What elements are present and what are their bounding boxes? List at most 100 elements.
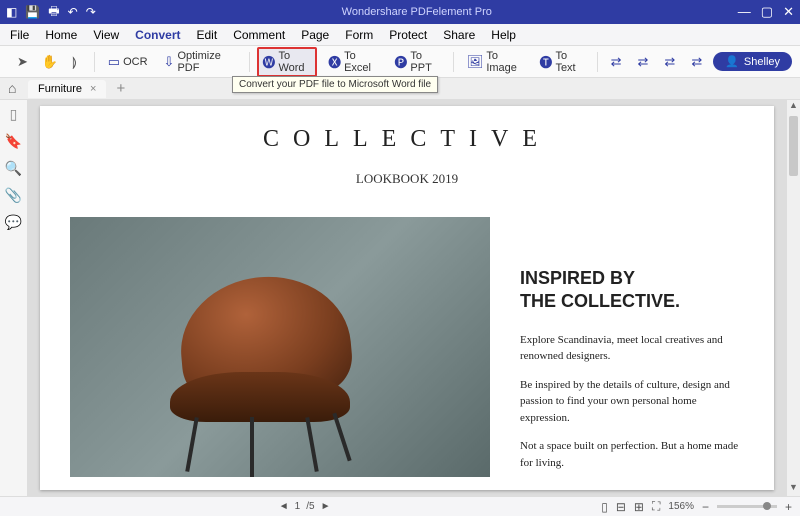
ribbon-divider <box>597 52 598 72</box>
zoom-slider[interactable] <box>717 505 777 508</box>
to-ppt-button[interactable]: 🅟To PPT <box>389 47 445 77</box>
search-icon[interactable]: 🔍 <box>5 160 22 177</box>
menu-convert[interactable]: Convert <box>135 28 180 42</box>
menu-help[interactable]: Help <box>491 28 516 42</box>
word-icon: 🅦 <box>262 52 275 71</box>
attachments-icon[interactable]: 📎 <box>5 187 22 204</box>
ocr-button[interactable]: ▭OCR <box>103 51 153 73</box>
page-input[interactable]: 1 <box>295 501 301 512</box>
doc-title: COLLECTIVE <box>70 126 744 153</box>
to-excel-button[interactable]: 🅧To Excel <box>323 47 383 77</box>
comments-icon[interactable]: 💬 <box>5 214 22 231</box>
status-bar: ◄ 1 /5 ► ▯ ⊟ ⊞ ⛶ 156% − + <box>0 496 800 516</box>
scroll-down-icon[interactable]: ▼ <box>787 482 800 496</box>
cursor-icon: ➤ <box>17 54 28 70</box>
view-single-icon[interactable]: ▯ <box>601 500 608 514</box>
to-image-label: To Image <box>486 50 523 74</box>
to-ppt-label: To PPT <box>410 50 440 74</box>
doc-paragraph: Not a space built on perfection. But a h… <box>520 438 744 471</box>
optimize-label: Optimize PDF <box>177 50 235 74</box>
save-icon[interactable]: 💾 <box>25 5 40 19</box>
doc-subtitle: LOOKBOOK 2019 <box>70 171 744 187</box>
quick-access-toolbar: ◧ 💾 🖶 ↶ ↷ <box>6 2 96 23</box>
menu-share[interactable]: Share <box>443 28 475 42</box>
view-facing-icon[interactable]: ⊞ <box>634 500 644 514</box>
user-icon: 👤 <box>725 55 739 68</box>
app-logo-icon[interactable]: ◧ <box>6 5 17 19</box>
next-page-icon[interactable]: ► <box>321 501 331 512</box>
menu-comment[interactable]: Comment <box>233 28 285 42</box>
redo-icon[interactable]: ↷ <box>86 5 96 19</box>
menu-view[interactable]: View <box>93 28 119 42</box>
add-tab-button[interactable]: + <box>110 80 131 97</box>
menu-form[interactable]: Form <box>345 28 373 42</box>
app-title: Wondershare PDFelement Pro <box>96 6 738 18</box>
ribbon-tools-group: ➤ ✋ ⟭ <box>8 51 86 73</box>
zoom-out-icon[interactable]: − <box>702 500 709 514</box>
convert-icon: ⇄ <box>638 54 649 70</box>
curly-icon: ⟭ <box>72 54 77 70</box>
menu-bar: File Home View Convert Edit Comment Page… <box>0 24 800 46</box>
excel-icon: 🅧 <box>328 52 341 71</box>
convert-icon: ⇄ <box>691 54 702 70</box>
menu-home[interactable]: Home <box>45 28 77 42</box>
to-word-button[interactable]: 🅦To Word <box>257 47 317 77</box>
curly-tool[interactable]: ⟭ <box>67 51 82 73</box>
to-excel-label: To Excel <box>344 50 378 74</box>
select-tool[interactable]: ➤ <box>12 51 33 73</box>
view-fullscreen-icon[interactable]: ⛶ <box>652 499 660 514</box>
thumbnails-icon[interactable]: ▯ <box>10 106 18 123</box>
doc-paragraph: Be inspired by the details of culture, d… <box>520 377 744 427</box>
tab-close-icon[interactable]: × <box>90 83 96 95</box>
image-icon: 🖼 <box>467 54 484 70</box>
vertical-scrollbar[interactable]: ▲ ▼ <box>786 100 800 496</box>
scrollbar-track[interactable] <box>787 114 800 482</box>
hand-icon: ✋ <box>42 54 58 70</box>
document-tab[interactable]: Furniture × <box>28 80 106 98</box>
doc-body: INSPIRED BYTHE COLLECTIVE. Explore Scand… <box>70 217 744 483</box>
to-other-2[interactable]: ⇄ <box>633 51 654 73</box>
prev-page-icon[interactable]: ◄ <box>279 501 289 512</box>
scroll-up-icon[interactable]: ▲ <box>787 100 800 114</box>
ocr-label: OCR <box>123 56 147 68</box>
ppt-icon: 🅟 <box>394 52 407 71</box>
menu-page[interactable]: Page <box>301 28 329 42</box>
to-text-button[interactable]: 🅣To Text <box>534 47 588 77</box>
optimize-button[interactable]: ⇩Optimize PDF <box>159 47 241 77</box>
zoom-slider-thumb[interactable] <box>763 502 771 510</box>
to-word-label: To Word <box>278 50 312 74</box>
view-continuous-icon[interactable]: ⊟ <box>616 500 626 514</box>
user-account-button[interactable]: 👤Shelley <box>713 52 792 71</box>
zoom-in-icon[interactable]: + <box>785 500 792 514</box>
to-other-1[interactable]: ⇄ <box>606 51 627 73</box>
bookmarks-icon[interactable]: 🔖 <box>5 133 22 150</box>
scrollbar-thumb[interactable] <box>789 116 798 176</box>
ocr-icon: ▭ <box>108 54 120 70</box>
print-icon[interactable]: 🖶 <box>48 2 59 23</box>
document-viewport[interactable]: COLLECTIVE LOOKBOOK 2019 INSPIRED BYTHE … <box>28 100 786 496</box>
undo-icon[interactable]: ↶ <box>68 5 78 19</box>
tab-label: Furniture <box>38 83 82 95</box>
close-icon[interactable]: ✕ <box>783 4 794 20</box>
ribbon-divider <box>94 52 95 72</box>
to-other-4[interactable]: ⇄ <box>686 51 707 73</box>
window-controls: — ▢ ✕ <box>738 4 794 20</box>
page-navigator: ◄ 1 /5 ► <box>279 501 331 512</box>
title-bar: ◧ 💾 🖶 ↶ ↷ Wondershare PDFelement Pro — ▢… <box>0 0 800 24</box>
optimize-icon: ⇩ <box>164 54 175 70</box>
hand-tool[interactable]: ✋ <box>37 51 63 73</box>
doc-headline: INSPIRED BYTHE COLLECTIVE. <box>520 267 744 314</box>
workspace: ▯ 🔖 🔍 📎 💬 COLLECTIVE LOOKBOOK 2019 INSPI… <box>0 100 800 496</box>
to-other-3[interactable]: ⇄ <box>659 51 680 73</box>
doc-hero-image <box>70 217 490 477</box>
minimize-icon[interactable]: — <box>738 4 751 20</box>
maximize-icon[interactable]: ▢ <box>761 4 773 20</box>
home-icon[interactable]: ⌂ <box>8 80 16 96</box>
ribbon-divider <box>453 52 454 72</box>
menu-edit[interactable]: Edit <box>197 28 218 42</box>
tooltip: Convert your PDF file to Microsoft Word … <box>232 76 438 93</box>
to-image-button[interactable]: 🖼To Image <box>462 47 529 77</box>
menu-file[interactable]: File <box>10 28 29 42</box>
menu-protect[interactable]: Protect <box>389 28 427 42</box>
pdf-page: COLLECTIVE LOOKBOOK 2019 INSPIRED BYTHE … <box>40 106 774 490</box>
